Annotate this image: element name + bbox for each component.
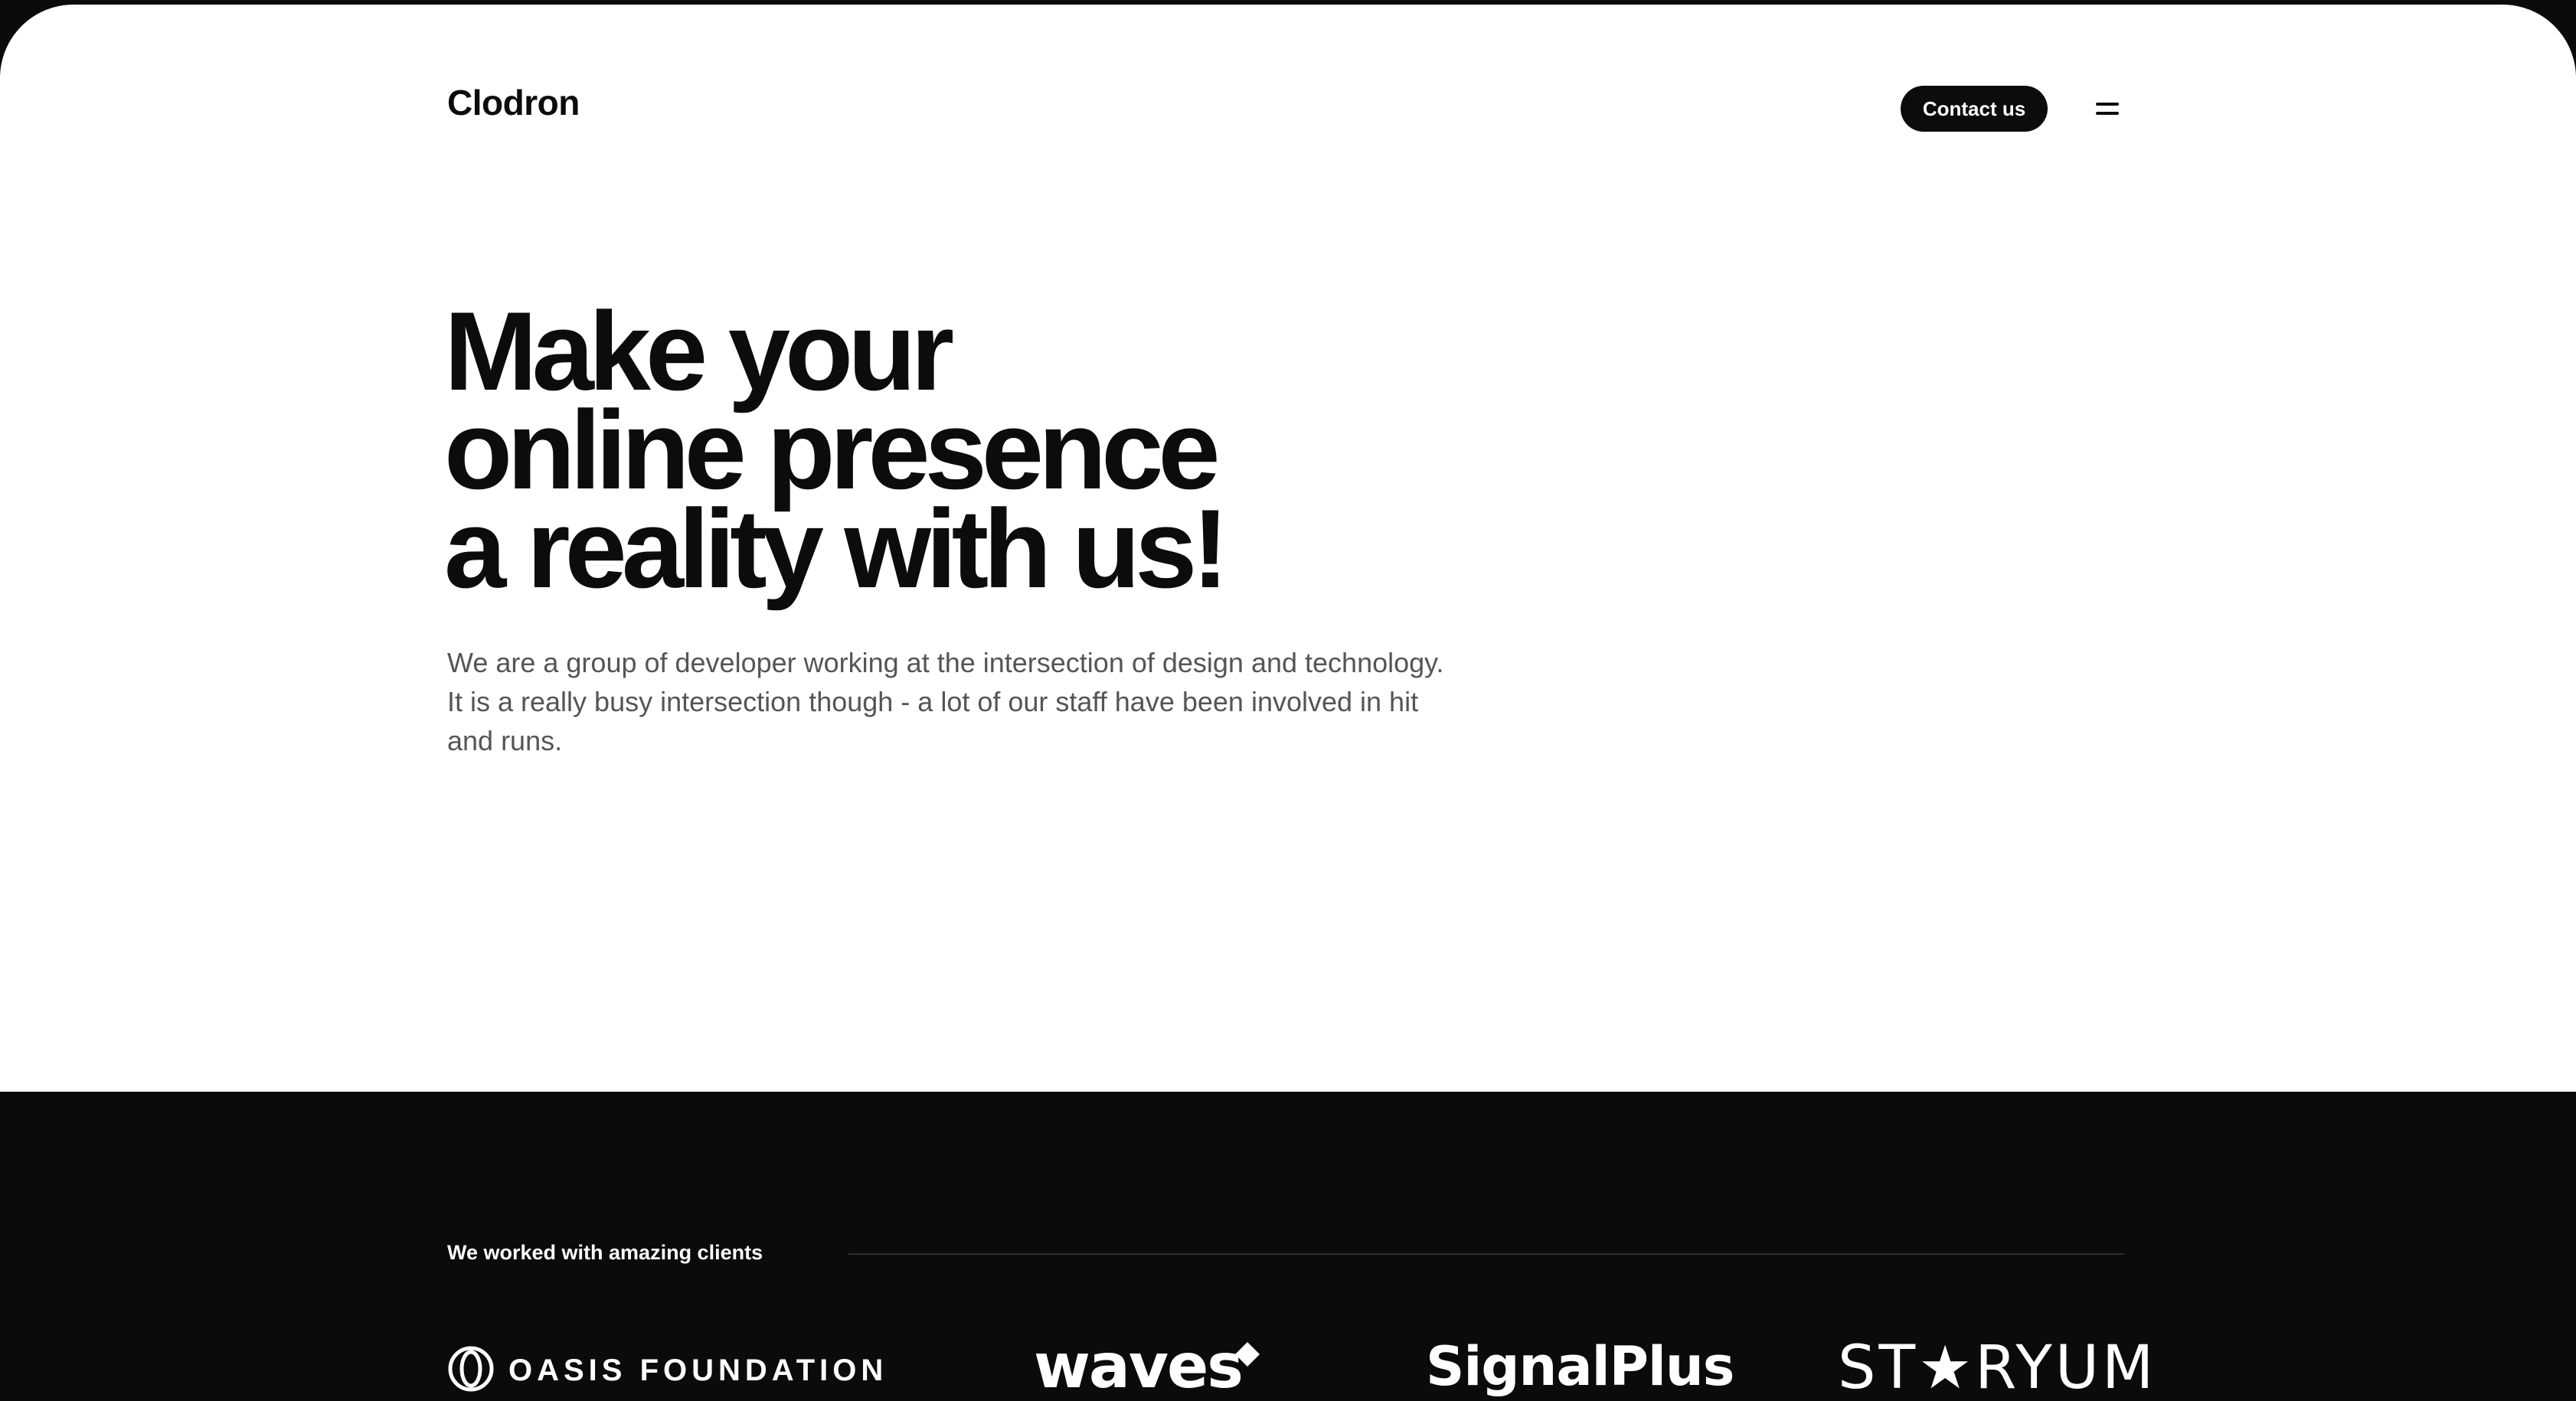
diamond-icon	[1235, 1342, 1260, 1367]
contact-us-button[interactable]: Contact us	[1901, 86, 2048, 132]
hero-headline: Make your online presence a reality with…	[444, 289, 1669, 611]
menu-icon	[2096, 103, 2119, 106]
headline-line: online presence	[444, 387, 1221, 512]
client-name: SignalPlus	[1426, 1335, 1734, 1398]
client-logo-waves: waves	[1034, 1331, 1260, 1401]
brand-logo[interactable]: Clodron	[447, 80, 580, 126]
headline-line: a reality with us!	[444, 486, 1229, 611]
clients-heading: We worked with amazing clients	[447, 1241, 763, 1264]
oasis-ring-icon	[448, 1346, 494, 1392]
description-line: It is a really busy intersection though …	[447, 686, 1419, 717]
client-name: OASIS FOUNDATION	[508, 1354, 888, 1387]
description-line: We are a group of developer working at t…	[447, 647, 1444, 678]
headline-line: Make your	[444, 289, 954, 413]
description-line: and runs.	[447, 725, 563, 756]
hero-section: Clodron Contact us Make your online pres…	[0, 5, 2576, 1092]
client-name: ST★RYUM	[1838, 1334, 2157, 1401]
clients-divider	[848, 1253, 2124, 1255]
client-logo-signalplus: SignalPlus	[1426, 1332, 1734, 1401]
hero-description: We are a group of developer working at t…	[447, 643, 1519, 760]
client-name: waves	[1034, 1331, 1244, 1401]
client-logo-staryum: ST★RYUM	[1838, 1334, 2156, 1401]
menu-button[interactable]	[2089, 93, 2126, 124]
